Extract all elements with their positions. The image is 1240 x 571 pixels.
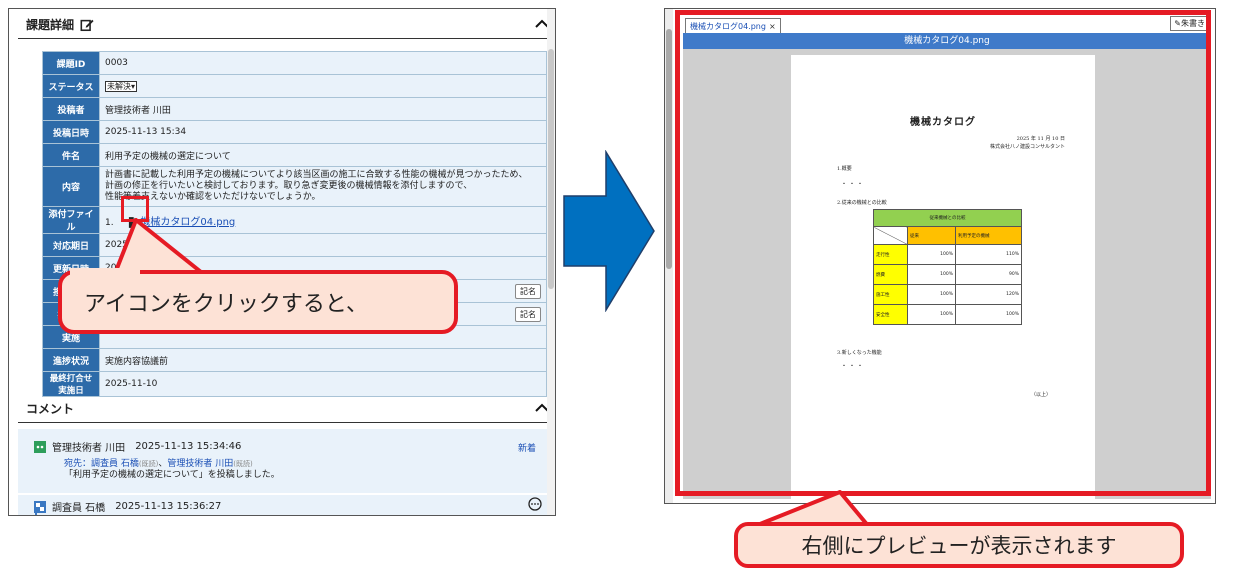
comment-header[interactable]: コメント <box>18 395 555 423</box>
content-line: 性能等差支えないか確認をいただけないでしょうか。 <box>105 192 321 202</box>
row-value: 0003 <box>99 51 547 75</box>
detail-header[interactable]: 課題詳細 <box>18 11 555 39</box>
row-label: 対応期日 <box>42 233 100 257</box>
thread-line <box>35 509 37 515</box>
sign-button[interactable]: 記名 <box>515 283 541 299</box>
scrollbar-thumb[interactable] <box>666 29 672 269</box>
comment-divider <box>18 493 548 495</box>
comment-list: 管理技術者 川田 2025-11-13 15:34:46 新着 宛先：調査員 石… <box>18 429 548 515</box>
scrollbar[interactable] <box>547 9 555 515</box>
row-label: 内容 <box>42 166 100 207</box>
comment-title: コメント <box>26 402 75 416</box>
row-subject: 件名 利用予定の機械の選定について <box>42 143 547 167</box>
recipient[interactable]: 管理技術者 川田 <box>167 459 233 469</box>
comment-meta: 調査員 石橋 2025-11-13 15:36:27 <box>34 499 221 514</box>
scrollbar-thumb[interactable] <box>548 49 554 289</box>
new-badge: 新着 <box>517 444 536 454</box>
read-state: (既読) <box>233 460 253 468</box>
issue-detail-panel: 課題詳細 課題ID 0003 ステータス 未解決▾ 投稿者 管理技術者 川田 投稿日時… <box>8 8 556 516</box>
callout-click-icon: アイコンをクリックすると、 <box>58 270 458 334</box>
row-label: 最終打合せ実施日 <box>42 371 100 397</box>
comment-meta: 管理技術者 川田 2025-11-13 15:34:46 <box>34 439 241 454</box>
recipients-label: 宛先： <box>64 459 92 469</box>
read-state: (既読) <box>138 460 159 468</box>
row-value: 利用予定の機械の選定について <box>99 143 547 167</box>
content-line: 計画の修正を行いたいと検討しております。取り急ぎ変更後の機械情報を添付しますので… <box>105 181 473 191</box>
row-label: 投稿者 <box>42 97 100 121</box>
row-label: 件名 <box>42 143 100 167</box>
row-value: 管理技術者 川田 <box>99 97 547 121</box>
row-label: ステータス <box>42 74 100 98</box>
comment-time: 2025-11-13 15:34:46 <box>135 441 242 452</box>
sign-button[interactable]: 記名 <box>515 306 541 322</box>
status-select[interactable]: 未解決▾ <box>105 80 138 92</box>
row-label: 進捗状況 <box>42 348 100 372</box>
status-value: 未解決 <box>107 81 131 91</box>
row-last-meeting: 最終打合せ実施日 2025-11-10 <box>42 371 547 397</box>
comment-time: 2025-11-13 15:36:27 <box>115 501 222 512</box>
callout-pointer-join <box>70 268 140 276</box>
comment-body: 「利用予定の機械の選定について」を投稿しました。 <box>64 470 280 480</box>
row-label: 投稿日時 <box>42 120 100 144</box>
row-value: 2025-11-13 15:34 <box>99 120 547 144</box>
comment-recipients: 宛先：調査員 石橋(既読)、管理技術者 川田(既読) <box>64 459 253 470</box>
row-poster: 投稿者 管理技術者 川田 <box>42 97 547 121</box>
row-issue-id: 課題ID 0003 <box>42 51 547 75</box>
preview-highlight <box>675 10 1211 496</box>
row-status: ステータス 未解決▾ <box>42 74 547 98</box>
avatar-icon <box>34 440 46 453</box>
edit-icon[interactable] <box>80 18 94 32</box>
comment-author: 調査員 石橋 <box>52 503 106 514</box>
row-value: 2025-11-10 <box>99 371 547 397</box>
right-arrow-icon <box>563 150 655 312</box>
detail-title: 課題詳細 <box>26 18 75 32</box>
row-label: 課題ID <box>42 51 100 75</box>
scrollbar[interactable] <box>665 9 673 503</box>
recipient[interactable]: 調査員 石橋 <box>91 459 139 469</box>
more-options-icon[interactable] <box>528 497 542 511</box>
row-value: 実施内容協議前 <box>99 348 547 372</box>
row-content-value: 計画書に記載した利用予定の機械についてより該当区画の施工に合致する性能の機械が見… <box>99 166 547 207</box>
comment-author: 管理技術者 川田 <box>52 443 126 454</box>
callout-preview-shown: 右側にプレビューが表示されます <box>734 522 1184 568</box>
row-content: 内容 計画書に記載した利用予定の機械についてより該当区画の施工に合致する性能の機… <box>42 166 547 207</box>
row-progress: 進捗状況 実施内容協議前 <box>42 348 547 372</box>
row-label: 添付ファイル <box>42 206 100 234</box>
row-posted-at: 投稿日時 2025-11-13 15:34 <box>42 120 547 144</box>
content-line: 計画書に記載した利用予定の機械についてより該当区画の施工に合致する性能の機械が見… <box>105 170 528 180</box>
